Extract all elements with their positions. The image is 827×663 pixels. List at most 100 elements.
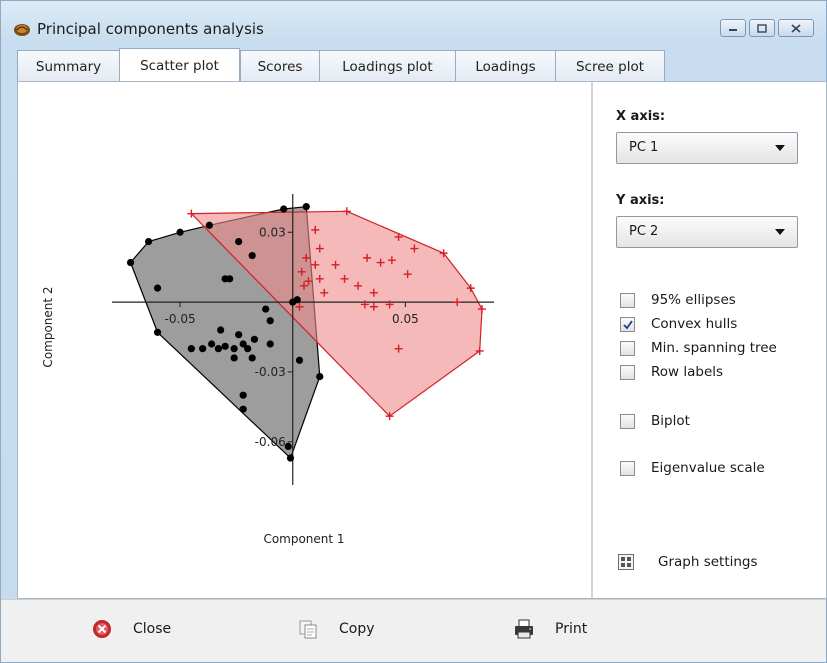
x-axis-title: Component 1 (263, 532, 344, 546)
data-point-dot (248, 354, 256, 362)
checkbox-label: Min. spanning tree (651, 340, 777, 356)
data-point-dot (187, 345, 195, 353)
data-point-dot (284, 442, 292, 451)
data-point-dot (217, 326, 225, 334)
close-label: Close (133, 621, 172, 637)
data-point-dot (295, 356, 304, 364)
x-axis-label: X axis: (616, 109, 666, 124)
data-point-dot (235, 237, 243, 246)
data-point-dot (250, 335, 259, 343)
tab-label: Scree plot (575, 58, 645, 75)
data-point-dot (230, 354, 238, 362)
checkbox-row-labels[interactable]: Row labels (620, 363, 723, 381)
tab-label: Scores (257, 58, 303, 75)
checkbox-box[interactable] (620, 340, 635, 356)
data-point-dot (205, 221, 213, 229)
print-button[interactable]: Print (513, 618, 587, 640)
data-point-dot (286, 454, 295, 462)
data-point-dot (266, 340, 274, 348)
checkbox-box[interactable] (620, 413, 635, 429)
panel-divider (591, 82, 593, 598)
tab-summary[interactable]: Summary (17, 50, 119, 82)
checkbox-label: Convex hulls (651, 316, 738, 332)
y-tick-label: 0.03 (259, 225, 286, 239)
close-circle-icon (93, 620, 111, 638)
title-bar[interactable]: Principal components analysis (1, 1, 826, 47)
tab-scree-plot[interactable]: Scree plot (555, 50, 665, 82)
footer-bar: Close Copy Print (1, 599, 826, 662)
chevron-down-icon (775, 145, 785, 151)
y-axis-label: Y axis: (616, 193, 665, 208)
data-point-dot (226, 275, 234, 283)
maximize-icon (757, 23, 767, 33)
data-point-dot (302, 203, 310, 211)
data-point-dot (239, 391, 247, 399)
checkbox-biplot[interactable]: Biplot (620, 412, 690, 430)
data-point-dot (126, 258, 135, 267)
graph-settings-label: Graph settings (658, 554, 758, 570)
data-point-dot (208, 340, 216, 348)
tab-label: Loadings plot (342, 58, 433, 75)
x-axis-select[interactable]: PC 1 (616, 132, 798, 164)
tab-scores[interactable]: Scores (240, 50, 319, 82)
checkmark-icon (623, 319, 633, 329)
checkbox-eigenvalue-scale[interactable]: Eigenvalue scale (620, 459, 765, 477)
close-icon (791, 23, 801, 33)
data-point-dot (176, 228, 184, 236)
checkbox-label: 95% ellipses (651, 292, 736, 308)
data-point-dot (293, 296, 301, 304)
data-point-dot (239, 405, 247, 413)
data-point-dot (266, 317, 274, 325)
copy-button[interactable]: Copy (297, 618, 375, 640)
shell-icon (14, 24, 30, 36)
grid-settings-icon (618, 554, 634, 570)
close-button[interactable]: Close (91, 618, 171, 640)
checkbox-box[interactable] (620, 292, 635, 308)
checkbox-min-spanning-tree[interactable]: Min. spanning tree (620, 339, 777, 357)
data-point-dot (153, 328, 162, 336)
checkbox-label: Biplot (651, 413, 690, 429)
y-axis-value: PC 2 (629, 224, 659, 239)
window-title: Principal components analysis (37, 20, 264, 38)
checkbox-95-ellipses[interactable]: 95% ellipses (620, 291, 736, 309)
checkbox-box[interactable] (620, 460, 635, 476)
y-tick-label: -0.06 (255, 435, 286, 449)
data-point-dot (235, 331, 243, 339)
printer-icon (515, 619, 533, 639)
data-point-dot (153, 284, 162, 292)
y-axis-select[interactable]: PC 2 (616, 216, 798, 248)
tab-label: Scatter plot (140, 57, 219, 74)
data-point-dot (214, 345, 222, 353)
chevron-down-icon (775, 229, 785, 235)
data-point-dot (280, 205, 288, 213)
close-window-button[interactable] (778, 19, 814, 37)
y-axis-title: Component 2 (41, 286, 55, 367)
scatter-plot[interactable]: -0.05 0.05 0.03 -0.03 -0.06 Component 1 Comp… (18, 82, 590, 598)
plot-options-panel: X axis: PC 1 Y axis: PC 2 95% ellipses C… (594, 82, 826, 598)
data-point-dot (262, 305, 270, 313)
minimize-button[interactable] (720, 19, 746, 37)
tab-label: Summary (35, 58, 102, 75)
tab-label: Loadings (475, 58, 536, 75)
tab-loadings-plot[interactable]: Loadings plot (319, 50, 455, 82)
graph-settings-button[interactable]: Graph settings (618, 554, 758, 570)
data-point-dot (199, 345, 207, 353)
tab-bar: Summary Scatter plot Scores Loadings plo… (17, 48, 665, 82)
checkbox-box[interactable] (620, 364, 635, 380)
checkbox-box[interactable] (620, 316, 635, 332)
data-point-dot (221, 342, 229, 350)
checkbox-label: Eigenvalue scale (651, 460, 765, 476)
data-point-dot (248, 251, 256, 260)
y-tick-label: -0.03 (255, 365, 286, 379)
maximize-button[interactable] (749, 19, 775, 37)
tab-content: -0.05 0.05 0.03 -0.03 -0.06 Component 1 Comp… (17, 81, 827, 599)
tab-scatter-plot[interactable]: Scatter plot (119, 48, 240, 82)
checkbox-convex-hulls[interactable]: Convex hulls (620, 315, 737, 333)
copy-icon (299, 620, 317, 639)
minimize-icon (729, 29, 737, 31)
x-axis-value: PC 1 (629, 140, 659, 155)
data-point-dot (230, 345, 238, 353)
print-label: Print (555, 621, 588, 637)
data-point-dot (144, 237, 153, 246)
tab-loadings[interactable]: Loadings (455, 50, 555, 82)
